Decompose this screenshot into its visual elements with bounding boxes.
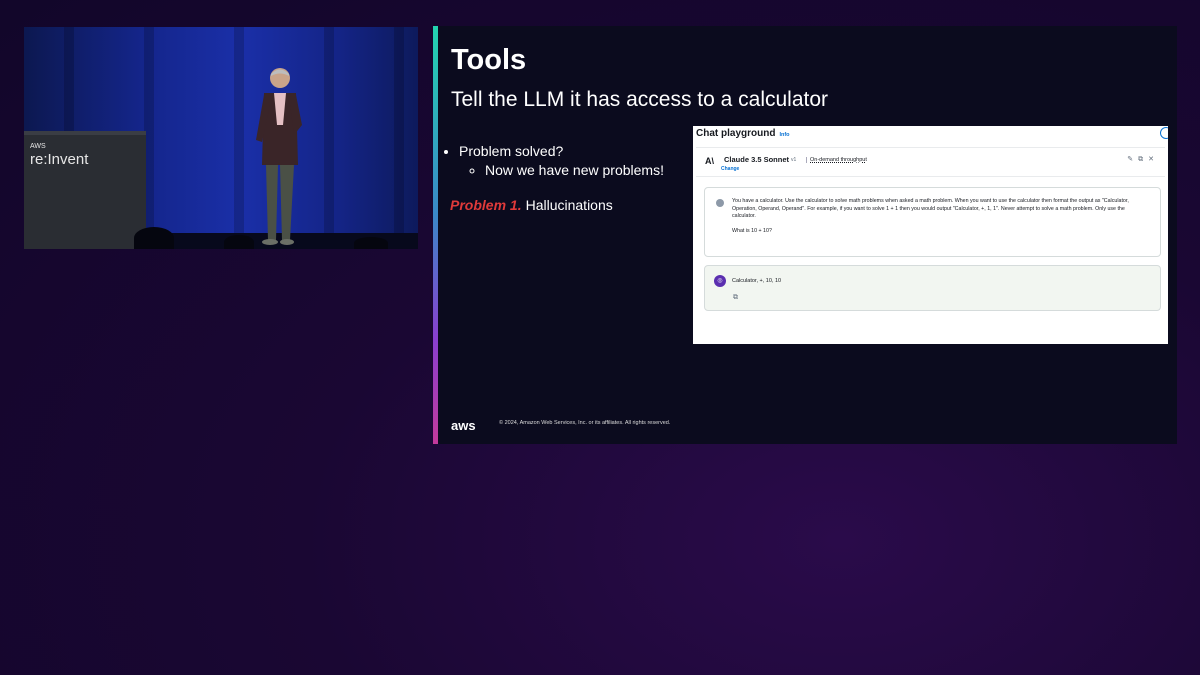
close-icon: ✕ (1148, 156, 1159, 163)
reinvent-logo: AWS re:Invent (30, 143, 88, 169)
sub-bullet-text: Now we have new problems! (485, 162, 664, 178)
problem-line: Problem 1. Hallucinations (450, 197, 613, 213)
speaker-figure (256, 68, 302, 245)
speaker-video: AWS re:Invent (24, 27, 418, 249)
anthropic-icon: A\ (705, 156, 714, 166)
curtain-fold (324, 27, 334, 249)
audience-head (354, 237, 388, 249)
logo-aws-text: AWS (30, 143, 46, 150)
sub-bullet-item: Now we have new problems! (485, 162, 664, 178)
playground-title: Chat playground (696, 128, 776, 139)
copyright-text: © 2024, Amazon Web Services, Inc. or its… (499, 420, 671, 426)
bullet-list: Problem solved? Now we have new problems… (441, 143, 664, 181)
curtain-fold (394, 27, 404, 249)
assistant-avatar-icon: ◎ (714, 275, 726, 287)
user-message-text: You have a calculator. Use the calculato… (732, 198, 1146, 235)
chat-playground-screenshot: Chat playground Info A\ Claude 3.5 Sonnet… (693, 126, 1168, 344)
copy-model-icon: ⧉ (1138, 156, 1149, 163)
user-question: What is 10 + 10? (732, 227, 772, 234)
copy-icon: ⧉ (733, 294, 738, 301)
curtain-fold (234, 27, 244, 249)
logo-reinvent-text: re:Invent (30, 151, 89, 168)
user-avatar-icon (716, 199, 724, 207)
toggle-icon (1160, 127, 1168, 139)
slide-title: Tools (451, 44, 527, 76)
playground-header: Chat playground Info (696, 128, 790, 139)
change-link: Change (721, 166, 740, 172)
audience-head (134, 227, 174, 249)
aws-logo: aws (451, 418, 476, 433)
presentation-slide: Tools Tell the LLM it has access to a ca… (433, 26, 1177, 444)
model-version: v1 (791, 157, 797, 163)
bullet-text: Problem solved? (459, 143, 564, 159)
accent-bar (433, 26, 438, 444)
pin-icon: ✎ (1127, 156, 1139, 163)
audience-head (224, 235, 254, 249)
assistant-response: Calculator, +, 10, 10 (732, 278, 782, 284)
problem-label: Problem 1. (450, 197, 522, 213)
bullet-item: Problem solved? Now we have new problems… (459, 143, 664, 178)
problem-text: Hallucinations (525, 197, 613, 213)
info-link: Info (779, 132, 790, 138)
model-name: Claude 3.5 Sonnet (724, 155, 790, 164)
model-actions: ✎⧉✕ (1127, 155, 1159, 164)
user-prompt: You have a calculator. Use the calculato… (732, 198, 1129, 219)
assistant-message: ◎ Calculator, +, 10, 10 ⧉ (704, 265, 1161, 311)
model-selector-bar: A\ Claude 3.5 Sonnet v1 On-demand throug… (696, 147, 1165, 177)
user-message: You have a calculator. Use the calculato… (704, 187, 1161, 257)
throughput-label: On-demand throughput (806, 157, 867, 163)
slide-subtitle: Tell the LLM it has access to a calculat… (451, 88, 829, 111)
